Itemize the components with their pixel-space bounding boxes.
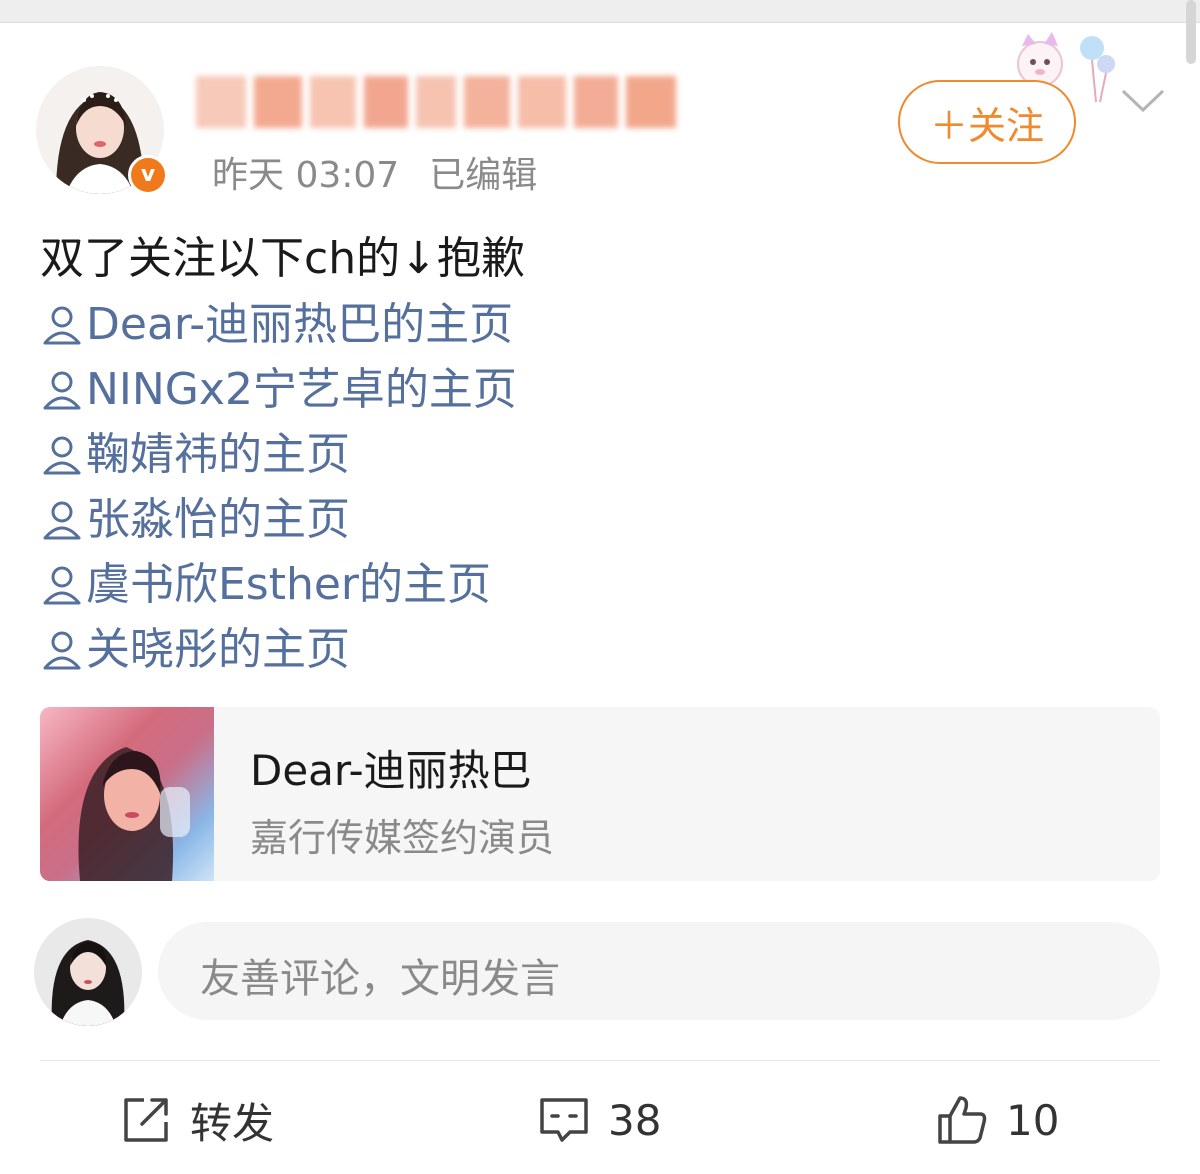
- scrollbar[interactable]: [1186, 0, 1196, 64]
- comment-button[interactable]: 38: [538, 1090, 661, 1150]
- comment-icon: [540, 1098, 588, 1142]
- user-icon: [43, 436, 81, 474]
- profile-card-title: Dear-迪丽热巴: [250, 746, 532, 795]
- mention-label: 虞书欣Esther的主页: [86, 559, 492, 610]
- thumbs-up-icon: [938, 1096, 987, 1144]
- profile-card-image: [40, 707, 214, 881]
- author-name-blurred[interactable]: [196, 76, 676, 128]
- mention-link[interactable]: NINGx2宁艺卓的主页: [40, 357, 1160, 422]
- user-icon: [43, 501, 81, 539]
- user-icon: [43, 371, 81, 409]
- current-user-avatar[interactable]: [34, 918, 142, 1026]
- comment-placeholder: 友善评论，文明发言: [200, 956, 560, 1002]
- mention-link[interactable]: Dear-迪丽热巴的主页: [40, 292, 1160, 357]
- share-icon: [124, 1098, 168, 1142]
- mention-link[interactable]: 鞠婧祎的主页: [40, 422, 1160, 487]
- edited-label: 已编辑: [429, 155, 538, 196]
- like-count: 10: [1006, 1095, 1060, 1145]
- mention-link[interactable]: 虞书欣Esther的主页: [40, 552, 1160, 617]
- mention-label: 关晓彤的主页: [86, 624, 350, 675]
- comment-count: 38: [608, 1095, 662, 1145]
- profile-card-subtitle: 嘉行传媒签约演员: [250, 816, 555, 860]
- mention-list: Dear-迪丽热巴的主页 NINGx2宁艺卓的主页 鞠婧祎的主页 张淼怡的主页 …: [40, 292, 1160, 682]
- like-button[interactable]: 10: [936, 1090, 1059, 1150]
- post-text: 双了关注以下ch的↓抱歉: [40, 233, 525, 284]
- post-meta: 昨天 03:07 已编辑: [212, 146, 537, 198]
- mention-link[interactable]: 张淼怡的主页: [40, 487, 1160, 552]
- repost-button[interactable]: 转发: [120, 1090, 274, 1150]
- post-body: 双了关注以下ch的↓抱歉 Dear-迪丽热巴的主页 NINGx2宁艺卓的主页 鞠…: [40, 228, 1160, 682]
- mention-link[interactable]: 关晓彤的主页: [40, 617, 1160, 682]
- mention-label: NINGx2宁艺卓的主页: [86, 364, 517, 415]
- profile-card[interactable]: Dear-迪丽热巴 嘉行传媒签约演员: [40, 707, 1160, 881]
- post-time: 昨天 03:07: [212, 155, 400, 196]
- mention-label: 张淼怡的主页: [86, 494, 350, 545]
- follow-button[interactable]: ＋关注: [898, 80, 1076, 164]
- chevron-down-icon[interactable]: [1120, 86, 1166, 116]
- comment-input[interactable]: 友善评论，文明发言: [158, 922, 1160, 1020]
- verified-badge-icon: v: [128, 155, 168, 195]
- divider: [40, 1060, 1160, 1061]
- user-icon: [43, 306, 81, 344]
- user-icon: [43, 631, 81, 669]
- mention-label: 鞠婧祎的主页: [86, 429, 350, 480]
- repost-label: 转发: [190, 1098, 275, 1148]
- user-icon: [43, 566, 81, 604]
- mention-label: Dear-迪丽热巴的主页: [86, 299, 514, 350]
